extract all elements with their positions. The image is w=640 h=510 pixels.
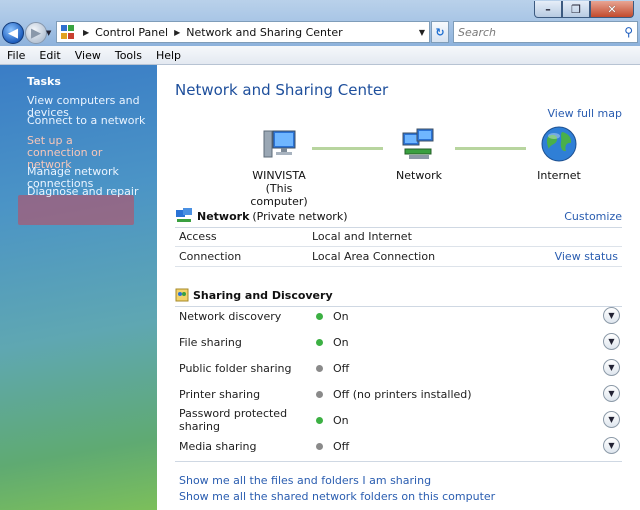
- map-node-computer[interactable]: WINVISTA (This computer): [239, 127, 319, 208]
- sharing-status: Off: [333, 439, 350, 453]
- sharing-status: Off (no printers installed): [333, 387, 472, 401]
- hover-highlight: [18, 195, 134, 225]
- address-dropdown-icon[interactable]: ▼: [419, 28, 425, 37]
- refresh-icon: ↻: [435, 25, 445, 39]
- status-on-icon: [316, 312, 323, 320]
- map-connector: [455, 147, 526, 150]
- control-panel-icon: [59, 23, 77, 41]
- show-shared-files-link[interactable]: Show me all the files and folders I am s…: [179, 474, 431, 487]
- expand-icon[interactable]: ▼: [603, 385, 620, 402]
- internet-label: Internet: [537, 169, 581, 182]
- window-controls: – ❐ ✕: [534, 1, 634, 18]
- property-row: Connection Local Area Connection View st…: [175, 247, 622, 267]
- forward-arrow-icon: ▶: [31, 25, 41, 41]
- sharing-label: Password protected sharing: [179, 407, 288, 433]
- globe-icon: [541, 126, 577, 162]
- search-input[interactable]: Search ⚲: [453, 21, 638, 43]
- tasks-heading: Tasks: [27, 75, 61, 88]
- breadcrumb-separator-icon: ▶: [83, 27, 90, 37]
- sharing-status: On: [333, 335, 349, 349]
- property-label: Connection: [179, 250, 242, 263]
- sharing-icon: [175, 288, 189, 302]
- menu-tools[interactable]: Tools: [108, 49, 149, 62]
- view-full-map-link[interactable]: View full map: [548, 107, 623, 120]
- sharing-status: Off: [333, 361, 350, 375]
- recent-pages-dropdown[interactable]: ▼: [46, 29, 51, 37]
- expand-icon[interactable]: ▼: [603, 333, 620, 350]
- sharing-row: Media sharing Off ▼: [175, 433, 622, 459]
- refresh-button[interactable]: ↻: [431, 21, 449, 43]
- diagnose-repair-link[interactable]: Diagnose and repair: [27, 186, 155, 198]
- breadcrumb-control-panel[interactable]: Control Panel: [95, 26, 168, 39]
- minimize-button[interactable]: –: [534, 1, 562, 18]
- expand-icon[interactable]: ▼: [603, 437, 620, 454]
- view-status-link[interactable]: View status: [555, 250, 618, 263]
- network-label: Network: [396, 169, 442, 182]
- menu-file[interactable]: File: [0, 49, 32, 62]
- network-section-header: Network (Private network) Customize: [175, 205, 622, 227]
- menu-view[interactable]: View: [68, 49, 108, 62]
- expand-icon[interactable]: ▼: [603, 307, 620, 324]
- status-off-icon: [316, 390, 323, 398]
- computer-icon: [263, 130, 296, 158]
- property-value: Local and Internet: [312, 230, 412, 243]
- network-type: (Private network): [252, 209, 348, 223]
- status-off-icon: [316, 364, 323, 372]
- sharing-row: Password protected sharing On ▼: [175, 407, 622, 433]
- property-row: Access Local and Internet: [175, 227, 622, 247]
- show-shared-folders-link[interactable]: Show me all the shared network folders o…: [179, 490, 495, 503]
- sharing-label: Media sharing: [179, 439, 257, 453]
- computer-name: WINVISTA: [252, 169, 306, 182]
- status-on-icon: [316, 416, 323, 424]
- network-icon: [402, 128, 434, 159]
- breadcrumb-separator-icon[interactable]: ▶: [174, 28, 180, 37]
- tasks-pane: Tasks View computers and devices Connect…: [0, 65, 157, 510]
- title-bar: – ❐ ✕ ◀ ▶ ▼ ▶ Control Panel ▶ Network an…: [0, 0, 640, 46]
- sharing-label: Public folder sharing: [179, 361, 292, 375]
- menu-edit[interactable]: Edit: [32, 49, 67, 62]
- customize-link[interactable]: Customize: [564, 210, 622, 223]
- menu-bar: File Edit View Tools Help: [0, 46, 640, 65]
- network-small-icon: [176, 208, 192, 222]
- map-node-network[interactable]: Network: [389, 127, 449, 182]
- property-label: Access: [179, 230, 217, 243]
- expand-icon[interactable]: ▼: [603, 411, 620, 428]
- breadcrumb-network-sharing[interactable]: Network and Sharing Center: [186, 26, 342, 39]
- sharing-row: File sharing On ▼: [175, 329, 622, 355]
- sharing-row: Network discovery On ▼: [175, 303, 622, 329]
- search-placeholder: Search: [458, 25, 497, 39]
- sharing-status: On: [333, 413, 349, 427]
- page-title: Network and Sharing Center: [175, 81, 389, 99]
- network-name: Network: [197, 209, 250, 223]
- divider: [175, 461, 622, 462]
- expand-icon[interactable]: ▼: [603, 359, 620, 376]
- main-content: Network and Sharing Center View full map…: [157, 65, 640, 510]
- address-bar[interactable]: ▶ Control Panel ▶ Network and Sharing Ce…: [56, 21, 430, 43]
- maximize-icon: ❐: [571, 2, 581, 16]
- map-node-internet[interactable]: Internet: [529, 125, 589, 182]
- sharing-label: Printer sharing: [179, 387, 261, 401]
- back-button[interactable]: ◀: [2, 22, 24, 44]
- status-on-icon: [316, 338, 323, 346]
- maximize-button[interactable]: ❐: [562, 1, 590, 18]
- search-icon[interactable]: ⚲: [624, 25, 633, 39]
- sharing-row: Printer sharing Off (no printers install…: [175, 381, 622, 407]
- minimize-icon: –: [545, 2, 551, 16]
- close-icon: ✕: [607, 2, 617, 16]
- forward-button[interactable]: ▶: [25, 22, 47, 44]
- menu-help[interactable]: Help: [149, 49, 188, 62]
- sharing-row: Public folder sharing Off ▼: [175, 355, 622, 381]
- close-button[interactable]: ✕: [590, 1, 634, 18]
- sharing-label: Network discovery: [179, 309, 282, 323]
- status-off-icon: [316, 442, 323, 450]
- network-properties: Access Local and Internet Connection Loc…: [175, 227, 622, 267]
- sharing-title: Sharing and Discovery: [193, 288, 333, 302]
- map-connector: [312, 147, 383, 150]
- back-arrow-icon: ◀: [8, 25, 18, 41]
- connect-network-link[interactable]: Connect to a network: [27, 115, 155, 127]
- sharing-status: On: [333, 309, 349, 323]
- sharing-label: File sharing: [179, 335, 242, 349]
